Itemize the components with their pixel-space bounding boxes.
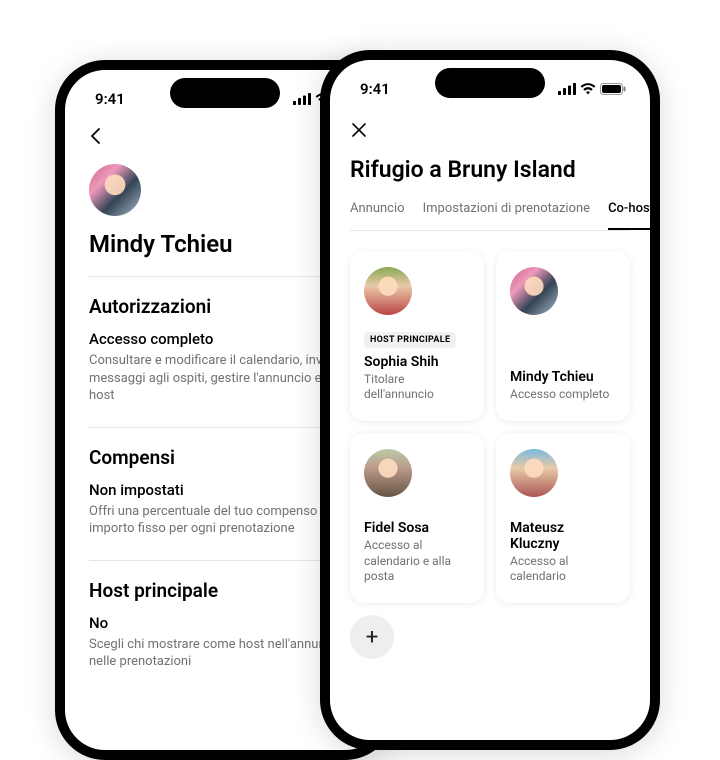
cohost-name: Fidel Sosa (364, 520, 470, 536)
cellular-icon (293, 93, 311, 105)
cohost-name: Mateusz Kluczny (510, 520, 616, 552)
tab-booking-settings[interactable]: Impostazioni di prenotazione (423, 201, 590, 230)
cellular-icon (558, 83, 576, 95)
status-indicators (558, 83, 626, 95)
cohost-role: Accesso al calendario e alla posta (364, 538, 470, 585)
page-title: Rifugio a Bruny Island (350, 156, 630, 183)
cohost-card[interactable]: Fidel Sosa Accesso al calendario e alla … (350, 433, 484, 603)
phone-front-listing: 9:41 Rifugio a Bruny Island Annuncio Imp… (320, 50, 660, 750)
notch (435, 68, 545, 98)
cohost-name: Mindy Tchieu (510, 369, 616, 385)
tabs: Annuncio Impostazioni di prenotazione Co… (350, 201, 630, 231)
close-icon[interactable] (350, 112, 366, 156)
cohost-card[interactable]: Mateusz Kluczny Accesso al calendario (496, 433, 630, 603)
avatar (364, 267, 412, 315)
cohost-role: Titolare dell'annuncio (364, 372, 470, 403)
notch (170, 78, 280, 108)
add-cohost-button[interactable]: + (350, 615, 394, 659)
back-icon[interactable] (89, 120, 101, 164)
avatar (510, 267, 558, 315)
status-time: 9:41 (95, 90, 125, 108)
cohost-role: Accesso al calendario (510, 554, 616, 585)
profile-avatar (89, 164, 141, 216)
cohost-card[interactable]: Mindy Tchieu Accesso completo (496, 251, 630, 421)
wifi-icon (580, 83, 596, 95)
cohost-name: Sophia Shih (364, 354, 470, 370)
cohost-role: Accesso completo (510, 387, 616, 403)
battery-icon (600, 83, 626, 95)
status-time: 9:41 (360, 80, 390, 98)
avatar (364, 449, 412, 497)
cohost-card[interactable]: HOST PRINCIPALE Sophia Shih Titolare del… (350, 251, 484, 421)
plus-icon: + (366, 625, 378, 650)
tab-listing[interactable]: Annuncio (350, 201, 405, 230)
tab-cohost[interactable]: Co-host (608, 201, 654, 230)
avatar (510, 449, 558, 497)
cohost-grid: HOST PRINCIPALE Sophia Shih Titolare del… (350, 231, 630, 603)
primary-host-badge: HOST PRINCIPALE (364, 332, 456, 348)
